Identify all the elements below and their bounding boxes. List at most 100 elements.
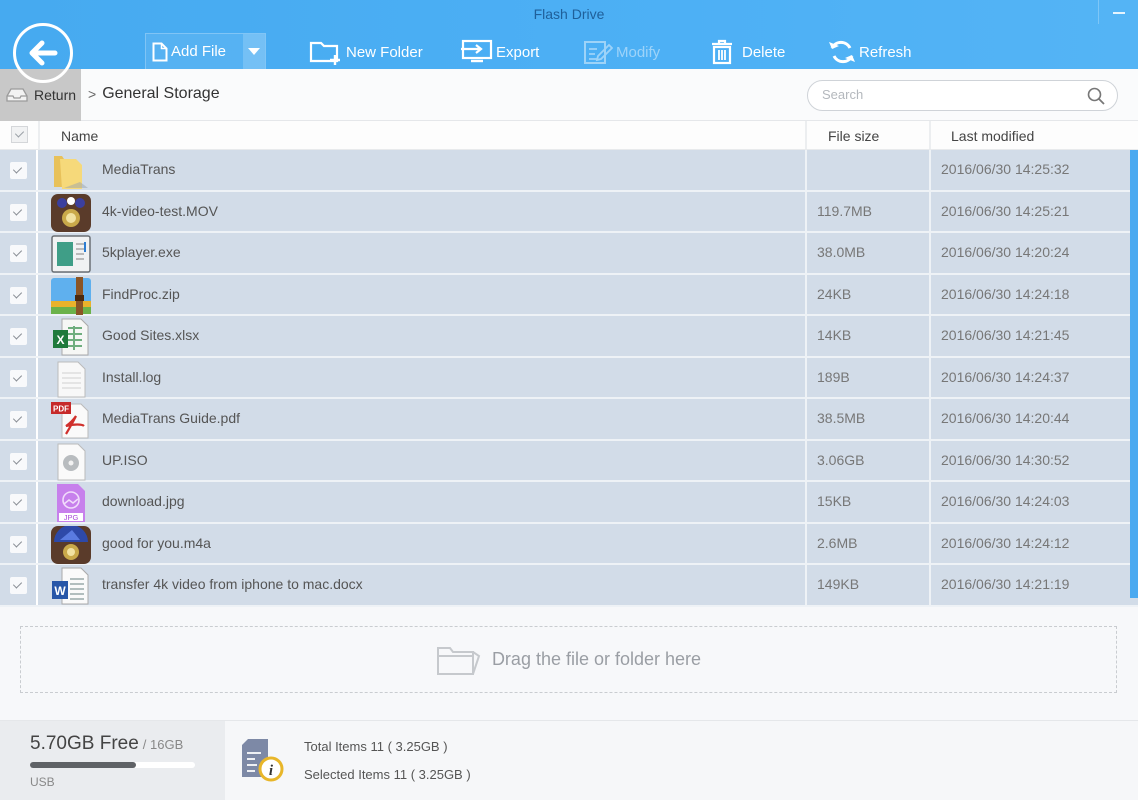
- column-name[interactable]: Name: [61, 128, 98, 144]
- file-size: 149KB: [817, 576, 860, 592]
- column-divider: [805, 565, 807, 605]
- column-divider: [805, 399, 807, 439]
- delete-button[interactable]: Delete: [710, 34, 785, 70]
- file-icon: [152, 42, 168, 61]
- column-divider: [805, 150, 807, 190]
- status-bar: 5.70GB Free/ 16GB USB i Total Items 11 (…: [0, 720, 1138, 800]
- add-file-button[interactable]: Add File: [145, 33, 266, 69]
- table-row[interactable]: Wtransfer 4k video from iphone to mac.do…: [0, 565, 1138, 607]
- search-input[interactable]: [822, 87, 1082, 102]
- folder-file-icon: [50, 152, 92, 190]
- row-checkbox[interactable]: [10, 162, 27, 179]
- back-button[interactable]: [13, 23, 73, 83]
- new-folder-label: New Folder: [346, 43, 423, 61]
- row-checkbox[interactable]: [10, 452, 27, 470]
- scrollbar[interactable]: [1130, 150, 1138, 598]
- add-file-main[interactable]: Add File: [146, 34, 243, 69]
- table-row[interactable]: UP.ISO 3.06GB 2016/06/30 14:30:52: [0, 440, 1138, 482]
- arrow-left-icon: [29, 40, 58, 66]
- storage-panel: 5.70GB Free/ 16GB USB: [0, 721, 225, 800]
- total-items: Total Items 11 ( 3.25GB ): [304, 739, 448, 754]
- row-checkbox[interactable]: [10, 369, 27, 387]
- jpg-file-icon: JPG: [50, 484, 92, 522]
- file-size: 24KB: [817, 285, 852, 302]
- row-checkbox[interactable]: [10, 203, 27, 221]
- file-modified: 2016/06/30 14:21:19: [941, 576, 1070, 592]
- column-divider: [805, 523, 807, 563]
- select-all-checkbox[interactable]: [11, 126, 28, 143]
- column-divider: [929, 399, 931, 439]
- column-modified[interactable]: Last modified: [951, 128, 1034, 144]
- column-divider: [929, 274, 931, 314]
- table-row[interactable]: JPG download.jpg 15KB 2016/06/30 14:24:03: [0, 482, 1138, 524]
- storage-free: 5.70GB Free/ 16GB: [30, 733, 183, 755]
- file-size: 38.0MB: [817, 244, 866, 260]
- toolbar: Flash Drive Add File New Folder Export M…: [0, 0, 1138, 69]
- table-row[interactable]: X Good Sites.xlsx 14KB 2016/06/30 14:21:45: [0, 316, 1138, 358]
- refresh-icon: [829, 40, 855, 64]
- file-name: 5kplayer.exe: [102, 244, 181, 260]
- row-checkbox-cell: [0, 565, 38, 605]
- refresh-label: Refresh: [859, 43, 912, 61]
- column-divider: [929, 316, 931, 356]
- file-modified: 2016/06/30 14:30:52: [941, 451, 1070, 468]
- table-row[interactable]: Install.log 189B 2016/06/30 14:24:37: [0, 357, 1138, 399]
- table-row[interactable]: MediaTrans 2016/06/30 14:25:32: [0, 150, 1138, 192]
- modify-button[interactable]: Modify: [583, 34, 660, 70]
- column-divider: [929, 233, 931, 273]
- table-row[interactable]: 4k-video-test.MOV 119.7MB 2016/06/30 14:25…: [0, 191, 1138, 233]
- breadcrumb-current[interactable]: General Storage: [102, 85, 219, 103]
- file-modified: 2016/06/30 14:24:37: [941, 368, 1070, 385]
- storage-bar-fill: [30, 762, 136, 768]
- column-divider: [805, 440, 807, 480]
- column-divider: [805, 316, 807, 356]
- table-header: Name File size Last modified: [0, 121, 1138, 150]
- row-checkbox[interactable]: [10, 328, 27, 345]
- row-checkbox[interactable]: [10, 535, 27, 553]
- breadcrumb-bar: Return > General Storage: [0, 69, 1138, 121]
- edit-icon: [584, 41, 613, 64]
- svg-text:X: X: [56, 333, 64, 347]
- table-row[interactable]: good for you.m4a 2.6MB 2016/06/30 14:24:12: [0, 523, 1138, 565]
- search-icon[interactable]: [1087, 87, 1105, 105]
- file-size: 14KB: [817, 327, 852, 343]
- table-row[interactable]: FindProc.zip 24KB 2016/06/30 14:24:18: [0, 274, 1138, 316]
- exe-file-icon: [50, 235, 92, 273]
- column-divider: [929, 523, 931, 563]
- file-size: 3.06GB: [817, 451, 865, 468]
- column-divider: [929, 482, 931, 522]
- file-size: 38.5MB: [817, 410, 866, 426]
- file-name: MediaTrans: [102, 161, 176, 177]
- breadcrumb: > General Storage: [88, 85, 220, 103]
- file-info-icon: i: [242, 739, 284, 782]
- row-checkbox[interactable]: [10, 411, 27, 428]
- row-checkbox[interactable]: [10, 286, 27, 304]
- trash-icon: [712, 39, 732, 65]
- selected-items: Selected Items 11 ( 3.25GB ): [304, 767, 471, 782]
- drop-zone[interactable]: Drag the file or folder here: [20, 626, 1117, 693]
- export-button[interactable]: Export: [461, 34, 539, 70]
- column-size[interactable]: File size: [828, 128, 879, 144]
- file-name: UP.ISO: [102, 451, 148, 468]
- file-name: transfer 4k video from iphone to mac.doc…: [102, 576, 363, 592]
- refresh-button[interactable]: Refresh: [828, 34, 912, 70]
- add-file-label: Add File: [171, 43, 227, 60]
- row-checkbox[interactable]: [10, 577, 27, 594]
- table-row[interactable]: 5kplayer.exe 38.0MB 2016/06/30 14:20:24: [0, 233, 1138, 275]
- file-modified: 2016/06/30 14:20:44: [941, 410, 1070, 426]
- add-file-dropdown[interactable]: [243, 34, 265, 69]
- column-divider[interactable]: [929, 121, 931, 149]
- column-divider: [929, 357, 931, 397]
- pdf-file-icon: PDF: [50, 401, 92, 439]
- new-folder-icon: [309, 41, 340, 65]
- minimize-button[interactable]: [1098, 0, 1138, 24]
- new-folder-button[interactable]: New Folder: [309, 34, 423, 70]
- file-name: FindProc.zip: [102, 285, 180, 302]
- row-checkbox[interactable]: [10, 245, 27, 262]
- row-checkbox[interactable]: [10, 494, 27, 511]
- row-checkbox-cell: [0, 482, 38, 522]
- table-row[interactable]: PDF MediaTrans Guide.pdf 38.5MB 2016/06/30 …: [0, 399, 1138, 441]
- column-divider: [805, 191, 807, 231]
- file-name: Install.log: [102, 368, 162, 385]
- column-divider[interactable]: [805, 121, 807, 149]
